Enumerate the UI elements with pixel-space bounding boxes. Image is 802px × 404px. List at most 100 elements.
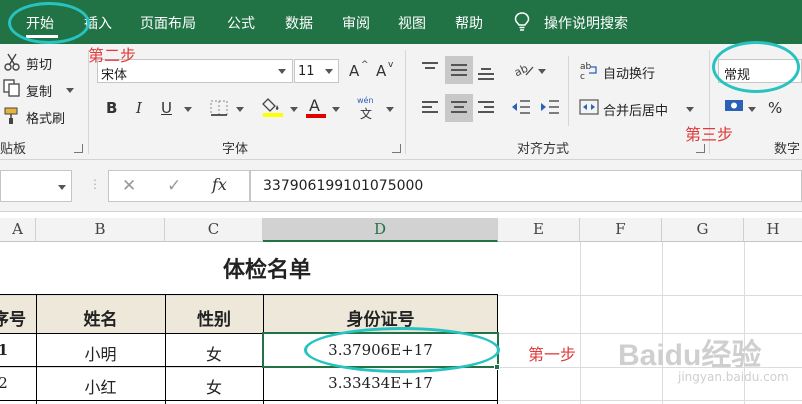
phonetic-top[interactable]: wén	[357, 96, 374, 105]
column-header-a[interactable]: A	[0, 218, 36, 242]
cancel-icon[interactable]: ✕	[122, 176, 136, 196]
align-right-icon[interactable]	[478, 101, 494, 116]
column-header-g[interactable]: G	[662, 218, 744, 242]
italic-button[interactable]: I	[136, 99, 142, 117]
fill-color-dropdown-icon[interactable]	[290, 107, 298, 112]
phonetic-button[interactable]: 文	[360, 105, 372, 122]
column-header-f[interactable]: F	[580, 218, 662, 242]
step1-annotation: 第一步	[528, 345, 577, 364]
table-border	[0, 294, 498, 295]
formula-input[interactable]: 337906199101075000	[250, 170, 802, 202]
copy-icon[interactable]	[3, 79, 21, 97]
tab-view[interactable]: 视图	[398, 13, 426, 33]
font-group-label: 字体	[222, 142, 249, 157]
header-cell-name[interactable]: 姓名	[36, 305, 165, 330]
scissors-icon[interactable]	[4, 53, 22, 71]
font-color-dropdown-icon[interactable]	[332, 107, 340, 112]
orientation-icon[interactable]: ab	[513, 61, 535, 79]
copy-button[interactable]: 复制	[26, 81, 52, 100]
align-center-icon	[451, 101, 467, 116]
enter-icon[interactable]: ✓	[167, 176, 181, 196]
merge-dropdown-icon[interactable]	[686, 107, 694, 112]
table-border	[0, 400, 498, 401]
step2-annotation: 第二步	[88, 46, 137, 65]
format-painter-icon[interactable]	[4, 107, 22, 125]
table-cell[interactable]: 3.33434E+17	[263, 374, 498, 392]
table-cell[interactable]: 2	[0, 374, 10, 392]
grid-line	[580, 242, 581, 404]
underline-button[interactable]: U	[161, 99, 172, 117]
grow-font-button[interactable]: A	[349, 62, 359, 80]
table-cell[interactable]: 女	[165, 341, 263, 365]
fill-handle[interactable]	[494, 364, 500, 370]
chevron-down-icon[interactable]	[58, 185, 66, 190]
grid-line	[662, 242, 663, 404]
top-align-icon[interactable]	[422, 62, 438, 72]
watermark-url: jingyan.baidu.com	[678, 370, 789, 384]
chevron-down-icon[interactable]	[278, 69, 286, 74]
column-header-d[interactable]: D	[263, 218, 498, 242]
table-cell[interactable]: 女	[165, 374, 263, 398]
accounting-format-icon[interactable]	[724, 98, 746, 114]
font-launcher-icon[interactable]	[392, 144, 401, 153]
fill-color-icon[interactable]	[262, 96, 284, 118]
highlight-circle-id-cell	[304, 327, 500, 373]
borders-icon[interactable]	[209, 99, 229, 117]
column-header-c[interactable]: C	[165, 218, 263, 242]
table-border	[36, 294, 37, 404]
menu-bar: 开始 插入 页面布局 公式 数据 审阅 视图 帮助 操作说明搜索	[0, 0, 802, 44]
phonetic-dropdown-icon[interactable]	[386, 107, 394, 112]
header-cell-gender[interactable]: 性别	[165, 305, 263, 330]
alignment-launcher-icon[interactable]	[696, 144, 705, 153]
sheet-title[interactable]: 体检名单	[36, 252, 498, 284]
tell-me-search[interactable]: 操作说明搜索	[544, 13, 628, 33]
table-cell[interactable]: 1	[0, 341, 10, 359]
font-name-value: 宋体	[101, 68, 128, 83]
clipboard-launcher-icon[interactable]	[74, 144, 83, 153]
font-color-button[interactable]: A	[309, 96, 320, 115]
lightbulb-icon	[514, 12, 530, 31]
name-box[interactable]	[0, 170, 72, 202]
bold-button[interactable]: B	[106, 99, 117, 117]
font-color-swatch	[306, 114, 326, 118]
shrink-arrow-icon: v	[388, 60, 394, 70]
grow-arrow-icon: ^	[361, 60, 369, 70]
column-header-h[interactable]: H	[744, 218, 802, 242]
merge-center-icon[interactable]	[579, 99, 599, 115]
table-cell[interactable]: 小红	[36, 374, 165, 398]
excel-window: 开始 插入 页面布局 公式 数据 审阅 视图 帮助 操作说明搜索 剪切 复制 格…	[0, 0, 802, 404]
highlight-circle-home-tab	[8, 2, 90, 44]
insert-function-button[interactable]: fx	[212, 175, 227, 194]
bottom-align-icon[interactable]	[478, 68, 494, 83]
tab-formulas[interactable]: 公式	[227, 13, 255, 33]
shrink-font-button[interactable]: A	[376, 62, 386, 80]
tab-help[interactable]: 帮助	[455, 13, 483, 33]
font-size-combo[interactable]: 11	[294, 59, 339, 83]
increase-indent-icon[interactable]	[540, 99, 560, 115]
accounting-dropdown-icon[interactable]	[748, 107, 756, 112]
decrease-indent-icon[interactable]	[511, 99, 531, 115]
column-header-b[interactable]: B	[36, 218, 165, 242]
align-left-icon[interactable]	[422, 101, 438, 116]
cut-button[interactable]: 剪切	[26, 54, 52, 73]
header-cell-number[interactable]: 序号	[0, 305, 36, 330]
format-painter-button[interactable]: 格式刷	[26, 108, 65, 127]
formula-content: 337906199101075000	[263, 178, 424, 194]
header-cell-id[interactable]: 身份证号	[263, 305, 498, 330]
underline-dropdown-icon[interactable]	[184, 107, 192, 112]
copy-dropdown-icon[interactable]	[66, 88, 74, 93]
tab-data[interactable]: 数据	[285, 13, 313, 33]
svg-text:ab: ab	[580, 62, 592, 72]
tab-page-layout[interactable]: 页面布局	[140, 13, 196, 33]
svg-text:ab: ab	[513, 62, 530, 79]
wrap-text-icon[interactable]: ab c	[579, 60, 599, 80]
orientation-dropdown-icon[interactable]	[538, 69, 546, 74]
merge-center-button[interactable]: 合并后居中	[603, 100, 668, 119]
percent-button[interactable]: %	[768, 99, 782, 117]
chevron-down-icon[interactable]	[325, 69, 333, 74]
wrap-text-button[interactable]: 自动换行	[603, 63, 655, 82]
tab-review[interactable]: 审阅	[342, 13, 370, 33]
column-header-e[interactable]: E	[498, 218, 580, 242]
borders-dropdown-icon[interactable]	[236, 107, 244, 112]
table-cell[interactable]: 小明	[36, 341, 165, 365]
